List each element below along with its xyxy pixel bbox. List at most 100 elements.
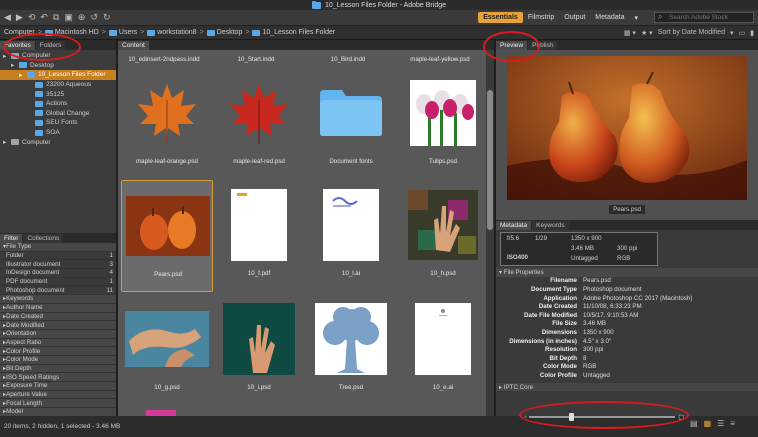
file-properties-header[interactable]: ▾ File Properties (496, 268, 758, 277)
filter-label: InDesign document (6, 269, 60, 277)
filter-row[interactable]: ▾ File Type (0, 243, 116, 252)
workspace-menu-icon[interactable]: ▾ (629, 12, 643, 24)
details-view-icon[interactable]: ☰ (717, 419, 724, 428)
filter-row[interactable]: ▸ Bit Depth (0, 364, 116, 374)
tab-folders[interactable]: Folders (35, 41, 66, 50)
folder-tree-item[interactable]: 35125 (0, 89, 116, 99)
thumbnail-item[interactable]: Tulips.psd (397, 68, 489, 180)
disclosure-triangle-icon[interactable]: ▸ (11, 61, 16, 69)
tab-keywords[interactable]: Keywords (532, 221, 569, 230)
thumbnail-item[interactable]: 10_l.ai (305, 180, 397, 292)
filter-row[interactable]: ▸ Aperture Value (0, 390, 116, 400)
camera-icon[interactable]: ⧉ (53, 13, 59, 22)
thumbnail-item[interactable]: Tree.psd (305, 294, 397, 406)
thumbnail-size-slider[interactable]: ▫ ◻ (524, 411, 684, 423)
folder-tree-item[interactable]: ▸ Desktop (0, 61, 116, 71)
tab-filter[interactable]: Filter (0, 234, 23, 243)
rotate-right-icon[interactable]: ↻ (103, 13, 111, 22)
thumbnail-caption[interactable]: 10_Bird.indd (302, 56, 394, 63)
breadcrumb-item[interactable]: Computer (4, 29, 35, 36)
recent-folders-icon[interactable]: ⟲ (28, 13, 36, 22)
tab-metadata[interactable]: Metadata (496, 221, 532, 230)
filter-row[interactable]: ▸ Focal Length (0, 399, 116, 409)
filter-row[interactable]: ▸ Aspect Ratio (0, 338, 116, 348)
thumbnail-item[interactable]: 10_i.psd (213, 294, 305, 406)
thumbnail-caption[interactable]: 10_edinsert-2ndpass.indd (118, 56, 210, 63)
thumbnail-item[interactable]: maple-leaf-orange.psd (121, 68, 213, 180)
new-folder-icon[interactable]: ▭ (739, 29, 746, 37)
forward-arrow-icon[interactable]: ▶ (16, 13, 23, 22)
disclosure-triangle-icon[interactable]: ▸ (19, 71, 24, 79)
folder-tree-item[interactable]: ▸ Computer (0, 137, 116, 147)
tab-content[interactable]: Content (118, 41, 149, 50)
folder-tree-item[interactable]: 23200 Aqueous (0, 80, 116, 90)
boomerang-icon[interactable]: ↶ (40, 13, 48, 22)
filter-row[interactable]: ▸ Exposure Time (0, 382, 116, 391)
content-scrollbar[interactable] (486, 50, 494, 416)
filter-row[interactable]: ▸ Keywords (0, 295, 116, 304)
thumbnail-view-icon[interactable]: ▦ (704, 419, 712, 428)
folder-tree-item[interactable]: Actions (0, 99, 116, 109)
workspace-output[interactable]: Output (559, 12, 590, 23)
filter-row[interactable]: ▸ Author Name (0, 303, 116, 313)
refine-icon[interactable]: ▣ (64, 13, 73, 22)
metadata-key: Document Type (531, 285, 577, 293)
filter-row[interactable]: InDesign document 4 (0, 269, 116, 278)
breadcrumb-item[interactable]: workstation8 (147, 29, 197, 36)
disclosure-triangle-icon[interactable]: ▸ (3, 52, 8, 60)
thumbnail-item[interactable]: Document fonts (305, 68, 397, 180)
preview-caption: Pears.psd (609, 205, 645, 214)
tab-favorites[interactable]: Favorites (0, 41, 35, 50)
thumbnail-caption[interactable]: maple-leaf-yellow.psd (394, 56, 486, 63)
metadata-value: 10/5/17, 9:10:53 AM (583, 311, 639, 319)
grid-lock-icon[interactable]: ▤ (690, 419, 698, 428)
filter-row[interactable]: ▸ Color Mode (0, 355, 116, 365)
filter-row[interactable]: ▸ Color Profile (0, 347, 116, 356)
rotate-left-icon[interactable]: ↺ (90, 13, 98, 22)
workspace-metadata[interactable]: Metadata (590, 12, 629, 23)
folder-tree-item[interactable]: Global Change (0, 109, 116, 119)
list-view-icon[interactable]: ≡ (730, 419, 735, 428)
filter-row[interactable]: ▸ Orientation (0, 329, 116, 339)
tab-collections[interactable]: Collections (23, 234, 64, 243)
filter-row[interactable]: ▸ Date Created (0, 312, 116, 322)
large-thumbs-icon: ◻ (678, 414, 684, 421)
folder-tree-item[interactable]: ▸ 10_Lesson Files Folder (0, 70, 116, 80)
thumbnail-item[interactable]: 10_e.ai (397, 294, 489, 406)
search-input[interactable]: Search Adobe Stock (654, 12, 754, 23)
open-icon[interactable]: ⊕ (78, 13, 86, 22)
iptc-core-header[interactable]: ▸ IPTC Core (496, 382, 758, 392)
thumbnail-caption[interactable]: 10_Start.indd (210, 56, 302, 63)
breadcrumb-item[interactable]: 10_Lesson Files Folder (252, 29, 335, 36)
breadcrumb-item[interactable]: Macintosh HD (44, 29, 99, 36)
thumbnail-item[interactable]: Pears.psd (121, 180, 213, 292)
tab-publish[interactable]: Publish (528, 41, 558, 50)
workspace-filmstrip[interactable]: Filmstrip (523, 12, 559, 23)
trash-icon[interactable]: ▮ (750, 29, 754, 37)
folder-tree-item[interactable]: SOA (0, 128, 116, 138)
chevron-down-icon[interactable]: ▾ (730, 29, 734, 37)
thumbnail-item[interactable]: 10_f.pdf (213, 180, 305, 292)
star-icon[interactable]: ★ ▾ (641, 29, 653, 37)
filter-row[interactable]: Illustrator document 3 (0, 260, 116, 270)
filter-row[interactable]: Folder 1 (0, 252, 116, 261)
metadata-panel: Metadata Keywords f/5.6 1/29 ISO400 1350… (496, 220, 758, 416)
disclosure-triangle-icon[interactable]: ▸ (3, 138, 8, 146)
thumbnail-item[interactable]: 10_h.psd (397, 180, 489, 292)
tab-preview[interactable]: Preview (496, 41, 528, 50)
thumbnail-image (223, 303, 295, 377)
folder-tree-item[interactable]: SEU Fonts (0, 118, 116, 128)
breadcrumb-item[interactable]: Desktop (206, 29, 242, 36)
sort-dropdown[interactable]: Sort by Date Modified (658, 29, 725, 36)
filter-row[interactable]: Photoshop document 11 (0, 286, 116, 296)
filter-row[interactable]: PDF document 1 (0, 278, 116, 287)
thumbnail-item[interactable]: maple-leaf-red.psd (213, 68, 305, 180)
folder-tree-item[interactable]: ▸ Computer (0, 51, 116, 61)
filter-row[interactable]: ▸ ISO Speed Ratings (0, 373, 116, 382)
breadcrumb-item[interactable]: Users (108, 29, 137, 36)
filter-row[interactable]: ▸ Date Modified (0, 321, 116, 330)
view-options-icon[interactable]: ▦ ▾ (624, 29, 636, 37)
back-arrow-icon[interactable]: ◀ (4, 13, 11, 22)
thumbnail-item[interactable]: 10_g.psd (121, 294, 213, 406)
workspace-essentials[interactable]: Essentials (478, 12, 523, 23)
